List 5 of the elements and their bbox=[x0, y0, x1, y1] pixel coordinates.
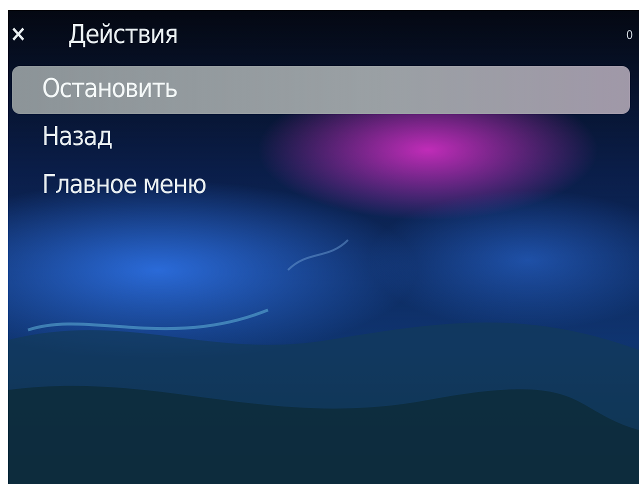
menu-item[interactable]: Назад bbox=[12, 114, 630, 162]
close-icon[interactable]: × bbox=[10, 24, 30, 46]
menu-item[interactable]: Главное меню bbox=[12, 162, 630, 210]
window-title: Действия bbox=[68, 20, 178, 50]
counter: 0 bbox=[626, 28, 633, 42]
